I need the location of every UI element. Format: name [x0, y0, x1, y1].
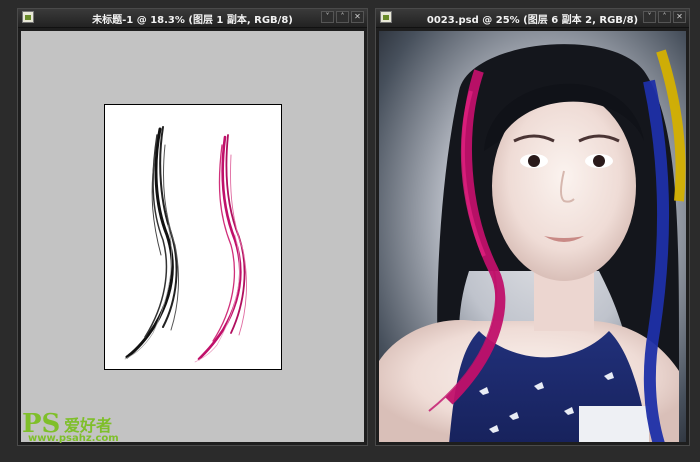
maximize-button[interactable]: ˄ — [336, 11, 349, 23]
document-window-untitled[interactable]: 未标题-1 @ 18.3% (图层 1 副本, RGB/8) ˅ ˄ ✕ — [17, 8, 368, 446]
minimize-button[interactable]: ˅ — [643, 11, 656, 23]
site-watermark: PS 爱好者 www.psahz.com — [22, 409, 132, 445]
title-bar[interactable]: 0023.psd @ 25% (图层 6 副本 2, RGB/8) ˅ ˄ ✕ — [376, 9, 689, 28]
minimize-button[interactable]: ˅ — [321, 11, 334, 23]
document-canvas[interactable] — [104, 104, 282, 370]
close-button[interactable]: ✕ — [351, 11, 364, 23]
dress-white-trim — [579, 406, 649, 442]
close-button[interactable]: ✕ — [673, 11, 686, 23]
window-controls: ˅ ˄ ✕ — [643, 11, 686, 23]
photo-canvas[interactable] — [379, 31, 686, 442]
title-bar[interactable]: 未标题-1 @ 18.3% (图层 1 副本, RGB/8) ˅ ˄ ✕ — [18, 9, 367, 28]
maximize-button[interactable]: ˄ — [658, 11, 671, 23]
portrait-photo — [379, 44, 686, 442]
watermark-url: www.psahz.com — [28, 433, 119, 444]
window-controls: ˅ ˄ ✕ — [321, 11, 364, 23]
window-title: 未标题-1 @ 18.3% (图层 1 副本, RGB/8) — [92, 15, 293, 26]
document-window-0023[interactable]: 0023.psd @ 25% (图层 6 副本 2, RGB/8) ˅ ˄ ✕ — [375, 8, 690, 446]
canvas-area[interactable] — [21, 31, 364, 442]
hair-brush-strokes — [124, 126, 247, 363]
